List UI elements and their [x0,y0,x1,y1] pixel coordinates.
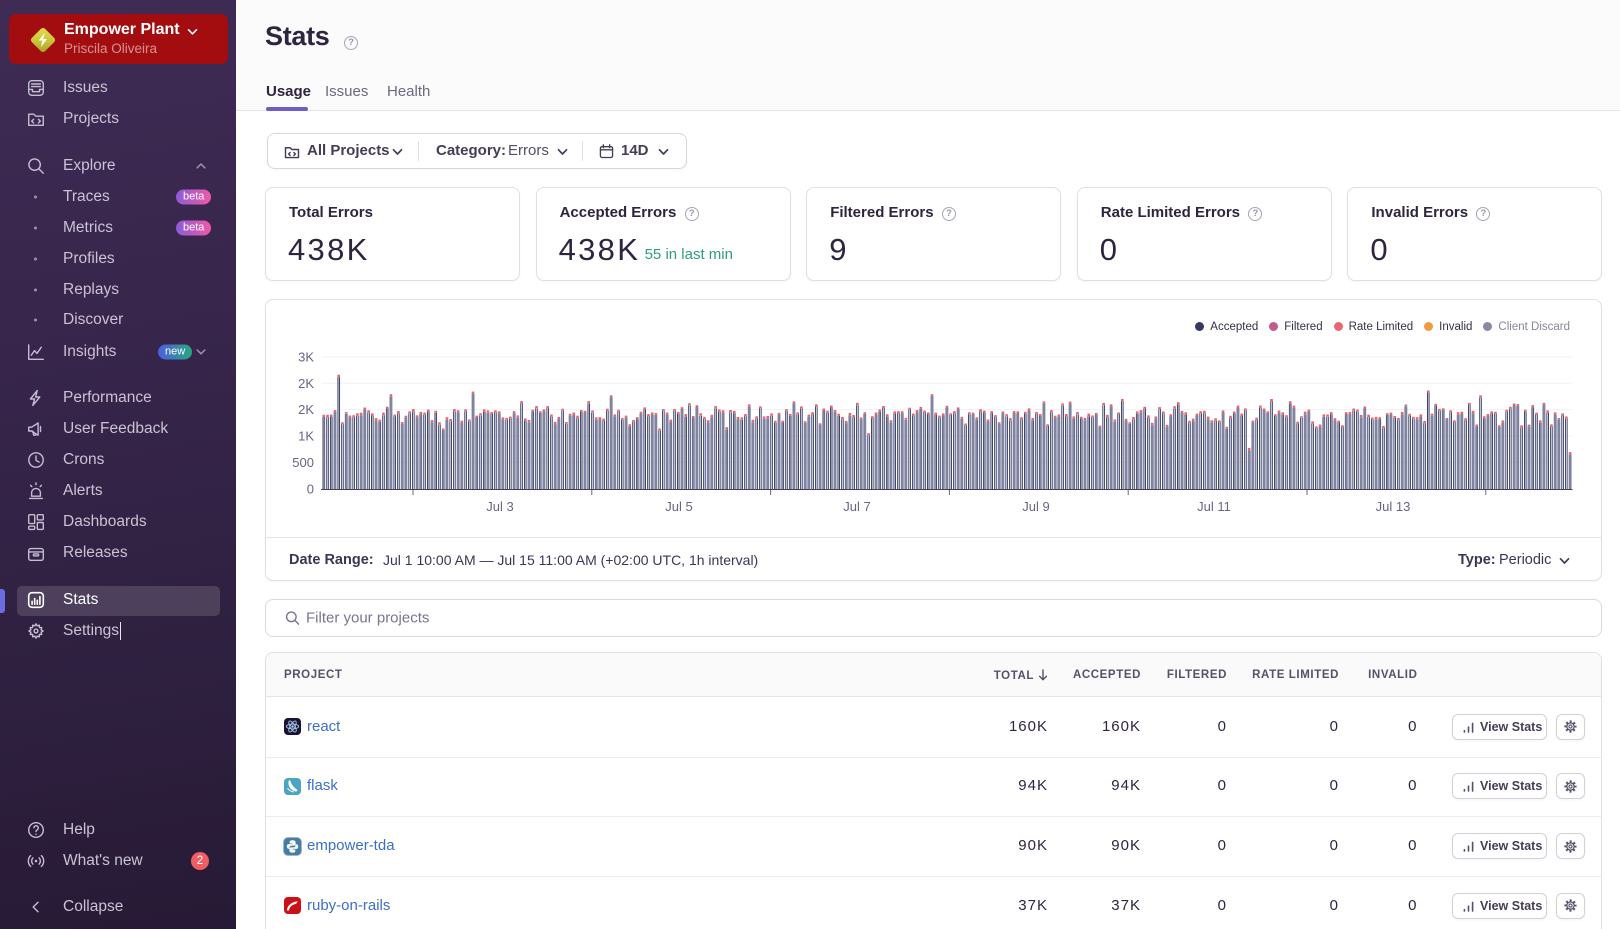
svg-text:Jul 3: Jul 3 [486,499,513,514]
svg-text:Jul 13: Jul 13 [1376,499,1411,514]
svg-text:Jul 9: Jul 9 [1022,499,1049,514]
svg-text:1K: 1K [298,429,314,444]
svg-text:Jul 11: Jul 11 [1197,499,1231,514]
svg-text:3K: 3K [298,350,314,365]
svg-text:0: 0 [307,482,314,497]
svg-text:Jul 5: Jul 5 [665,499,692,514]
svg-text:2K: 2K [298,376,314,391]
svg-text:Jul 7: Jul 7 [843,499,870,514]
svg-text:2K: 2K [298,402,314,417]
svg-text:500: 500 [292,455,314,470]
